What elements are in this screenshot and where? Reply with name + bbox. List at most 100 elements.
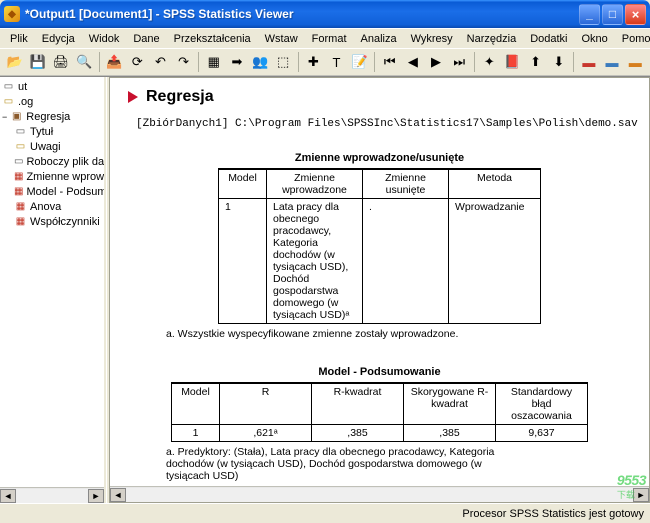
cell-model: 1 [172,425,220,442]
table-icon: ▦ [14,200,27,213]
tool-c-icon[interactable]: ▬ [625,51,646,73]
menu-dane[interactable]: Dane [127,31,165,47]
menu-wstaw[interactable]: Wstaw [259,31,304,47]
window-titlebar: ◆ *Output1 [Document1] - SPSS Statistics… [0,0,650,28]
tree-item[interactable]: ▦Anova [0,199,104,214]
scroll-track[interactable] [16,489,88,503]
toolbar-separator [198,52,199,72]
maximize-button[interactable]: □ [602,4,623,25]
page-icon: ▭ [14,155,23,168]
nav-prev-icon[interactable]: ◀ [402,51,423,73]
minimize-button[interactable]: _ [579,4,600,25]
menu-wykresy[interactable]: Wykresy [405,31,459,47]
menu-widok[interactable]: Widok [83,31,126,47]
tree-item[interactable]: ▭Uwagi [0,139,104,154]
outline-hscrollbar[interactable]: ◄ ► [0,487,104,503]
title-icon: ▭ [14,125,27,138]
watermark: 9553下载 [617,472,646,501]
scroll-track[interactable] [126,488,633,502]
cell-removed: . [363,199,449,324]
insert-heading-icon[interactable]: ✚ [303,51,324,73]
menu-przeksztalcenia[interactable]: Przekształcenia [168,31,257,47]
demote-icon[interactable]: ⬇ [548,51,569,73]
content-pane[interactable]: Regresja [ZbiórDanych1] C:\Program Files… [110,77,650,503]
app-icon: ◆ [4,6,20,22]
table2-footnote: a. Predyktory: (Stała), Lata pracy dla o… [166,446,526,482]
outline-pane[interactable]: ▭ut ▭.og −▣Regresja ▭Tytuł ▭Uwagi ▭Roboc… [0,77,106,503]
note-icon: ▭ [14,140,27,153]
save-icon[interactable]: 💾 [27,51,48,73]
goto-data-icon[interactable]: ▦ [203,51,224,73]
menu-dodatki[interactable]: Dodatki [524,31,573,47]
menu-edycja[interactable]: Edycja [36,31,81,47]
menu-narzedzia[interactable]: Narzędzia [461,31,523,47]
tool-b-icon[interactable]: ▬ [601,51,622,73]
dataset-path: [ZbiórDanych1] C:\Program Files\SPSSInc\… [136,118,631,130]
book-icon[interactable]: 📕 [502,51,523,73]
preview-icon[interactable]: 🔍 [73,51,94,73]
open-icon[interactable]: 📂 [4,51,25,73]
cell-r: ,621ᵃ [220,425,312,442]
tree-item[interactable]: ▦Model - Podsumo [0,184,104,199]
table1-footnote: a. Wszystkie wyspecyfikowane zmienne zos… [166,328,526,340]
col-removed: Zmienne usunięte [363,169,449,199]
tree-item[interactable]: ▭.og [0,94,104,109]
variables-icon[interactable]: 👥 [249,51,270,73]
status-text: Procesor SPSS Statistics jest gotowy [462,508,644,520]
book-icon: ▣ [10,110,23,123]
col-model: Model [172,383,220,425]
tree-item[interactable]: ▭ut [0,79,104,94]
table1-title: Zmienne wprowadzone/usunięte [128,152,631,164]
nav-next-icon[interactable]: ▶ [425,51,446,73]
toolbar: 📂 💾 🖨 🔍 📤 ⟳ ↶ ↷ ▦ ➡ 👥 ⬚ ✚ T 📝 ⏮ ◀ ▶ ⏭ ✦ … [0,48,650,76]
window-buttons: _ □ × [579,4,646,25]
select-icon[interactable]: ⬚ [273,51,294,73]
scroll-left-icon[interactable]: ◄ [110,488,126,502]
tree-item[interactable]: ▦Współczynniki [0,214,104,229]
export-icon[interactable]: 📤 [104,51,125,73]
cell-method: Wprowadzanie [449,199,541,324]
insert-text-icon[interactable]: 📝 [349,51,370,73]
redo-icon[interactable]: ↷ [173,51,194,73]
note-icon: ▭ [2,95,15,108]
toolbar-separator [573,52,574,72]
nav-first-icon[interactable]: ⏮ [379,51,400,73]
cell-adjr2: ,385 [404,425,496,442]
table-variables[interactable]: Model Zmienne wprowadzone Zmienne usunię… [218,168,541,324]
cell-model: 1 [219,199,267,324]
table-icon: ▦ [14,185,23,198]
close-button[interactable]: × [625,4,646,25]
table-icon: ▦ [14,170,23,183]
menubar: Plik Edycja Widok Dane Przekształcenia W… [0,28,650,48]
tree-item[interactable]: ▭Roboczy plik dany [0,154,104,169]
recall-icon[interactable]: ⟳ [127,51,148,73]
col-r2: R-kwadrat [312,383,404,425]
cell-entered: Lata pracy dla obecnego pracodawcy, Kate… [267,199,363,324]
output-heading: Regresja [146,88,214,106]
heading-arrow-icon [128,91,138,103]
tool-a-icon[interactable]: ▬ [578,51,599,73]
insert-title-icon[interactable]: T [326,51,347,73]
print-icon[interactable]: 🖨 [50,51,71,73]
table-model-summary[interactable]: Model R R-kwadrat Skorygowane R-kwadrat … [171,382,588,442]
tree-item[interactable]: −▣Regresja [0,109,104,124]
tree-item[interactable]: ▦Zmienne wprowa [0,169,104,184]
col-r: R [220,383,312,425]
menu-format[interactable]: Format [306,31,353,47]
menu-pomoc[interactable]: Pomoc [616,31,650,47]
table2-title: Model - Podsumowanie [128,366,631,378]
scroll-right-icon[interactable]: ► [88,489,104,503]
designate-icon[interactable]: ✦ [479,51,500,73]
status-bar: Procesor SPSS Statistics jest gotowy [0,503,650,523]
undo-icon[interactable]: ↶ [150,51,171,73]
menu-plik[interactable]: Plik [4,31,34,47]
scroll-left-icon[interactable]: ◄ [0,489,16,503]
tree-item[interactable]: ▭Tytuł [0,124,104,139]
promote-icon[interactable]: ⬆ [525,51,546,73]
menu-analiza[interactable]: Analiza [355,31,403,47]
menu-okno[interactable]: Okno [576,31,614,47]
goto-case-icon[interactable]: ➡ [226,51,247,73]
content-hscrollbar[interactable]: ◄ ► [110,486,649,502]
toolbar-separator [374,52,375,72]
nav-last-icon[interactable]: ⏭ [449,51,470,73]
